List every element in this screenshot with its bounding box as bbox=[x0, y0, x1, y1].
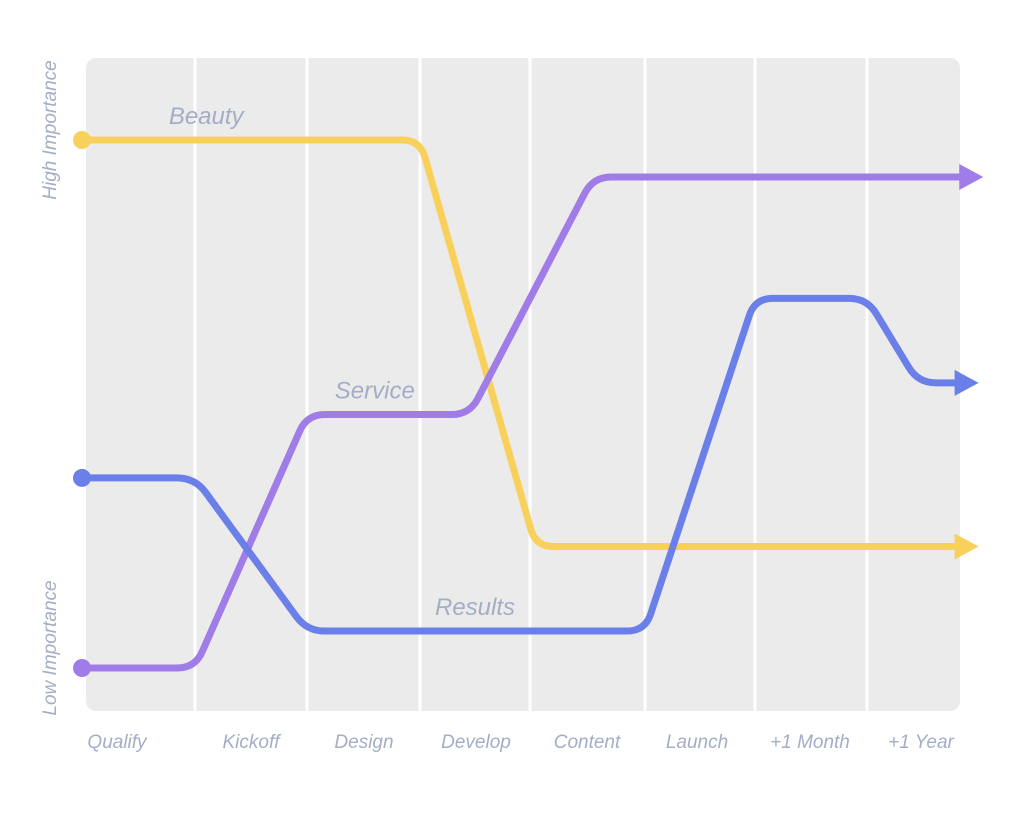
series-start-dot-beauty bbox=[73, 131, 91, 149]
y-axis-label-low: Low Importance bbox=[40, 580, 61, 715]
importance-chart: High Importance Low Importance Beauty Ser… bbox=[40, 58, 984, 753]
y-axis-label-high: High Importance bbox=[40, 60, 61, 199]
series-label-results: Results bbox=[435, 594, 515, 621]
series-arrow-icon-results bbox=[954, 369, 979, 396]
x-tick-label: Qualify bbox=[87, 732, 148, 753]
x-tick-label: Content bbox=[554, 732, 621, 753]
series-label-beauty: Beauty bbox=[169, 103, 246, 130]
x-tick-label: +1 Year bbox=[888, 732, 954, 753]
series-start-dot-service bbox=[73, 659, 91, 677]
x-axis-tick-labels: Qualify Kickoff Design Develop Content Launch… bbox=[87, 732, 954, 753]
series-start-dot-results bbox=[73, 468, 91, 487]
x-tick-label: +1 Month bbox=[770, 732, 850, 753]
x-tick-label: Kickoff bbox=[222, 732, 281, 753]
series-arrow-icon-beauty bbox=[954, 533, 979, 560]
series-label-service: Service bbox=[335, 378, 415, 405]
x-tick-label: Design bbox=[334, 732, 393, 753]
series-arrow-icon-service bbox=[959, 163, 984, 190]
x-tick-label: Develop bbox=[441, 732, 511, 753]
x-tick-label: Launch bbox=[666, 732, 728, 753]
